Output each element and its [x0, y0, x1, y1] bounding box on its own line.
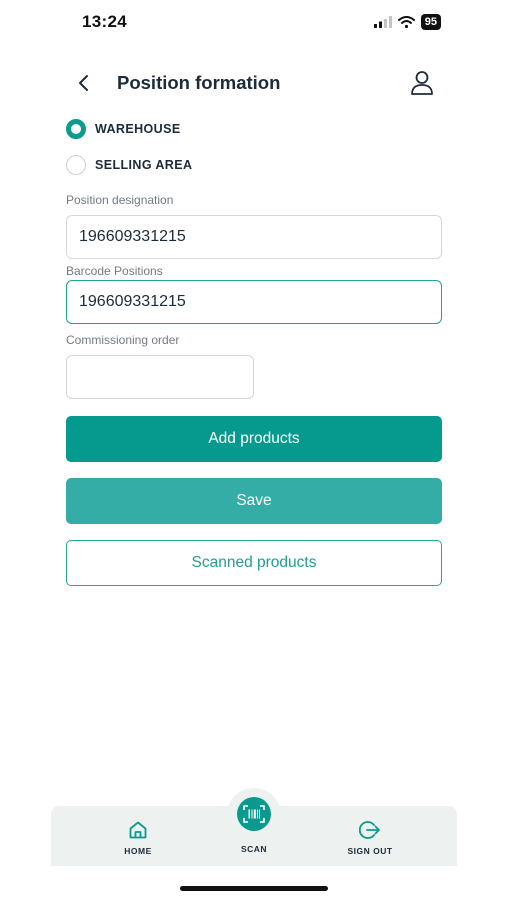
barcode-positions-input[interactable]: 196609331215 — [66, 280, 442, 324]
nav-sign-out[interactable]: SIGN OUT — [344, 820, 396, 856]
position-designation-label: Position designation — [66, 193, 174, 207]
home-icon — [129, 821, 147, 839]
status-time: 13:24 — [82, 12, 127, 31]
scanned-products-button[interactable]: Scanned products — [66, 540, 442, 586]
profile-icon — [411, 71, 433, 95]
save-button[interactable]: Save — [66, 478, 442, 524]
barcode-positions-label: Barcode Positions — [66, 264, 163, 278]
wifi-icon — [397, 16, 415, 28]
battery-icon: 95 — [420, 14, 441, 30]
commissioning-order-label: Commissioning order — [66, 333, 180, 347]
radio-warehouse[interactable]: WAREHOUSE — [66, 119, 181, 139]
radio-selling-area-label: SELLING AREA — [95, 158, 193, 172]
nav-scan-label: SCAN — [240, 844, 268, 854]
position-designation-input[interactable]: 196609331215 — [66, 215, 442, 259]
nav-sign-out-label: SIGN OUT — [347, 846, 393, 856]
back-button[interactable] — [72, 70, 94, 96]
nav-scan[interactable]: SCAN — [229, 797, 279, 854]
nav-home[interactable]: HOME — [118, 820, 158, 856]
radio-selling-area[interactable]: SELLING AREA — [66, 155, 192, 175]
barcode-scan-icon — [243, 805, 265, 823]
radio-warehouse-label: WAREHOUSE — [95, 122, 181, 136]
radio-selling-area-indicator[interactable] — [66, 155, 86, 175]
scan-button[interactable] — [237, 797, 271, 831]
nav-home-label: HOME — [124, 846, 152, 856]
commissioning-order-input[interactable] — [66, 355, 254, 399]
home-indicator — [180, 886, 328, 891]
page-title: Position formation — [117, 72, 281, 93]
profile-button[interactable] — [407, 68, 437, 98]
radio-warehouse-indicator[interactable] — [66, 119, 86, 139]
status-icons: 95 — [373, 14, 441, 30]
add-products-button[interactable]: Add products — [66, 416, 442, 462]
sign-out-icon — [359, 821, 380, 839]
back-chevron-icon — [79, 75, 88, 91]
signal-icon — [373, 16, 392, 28]
